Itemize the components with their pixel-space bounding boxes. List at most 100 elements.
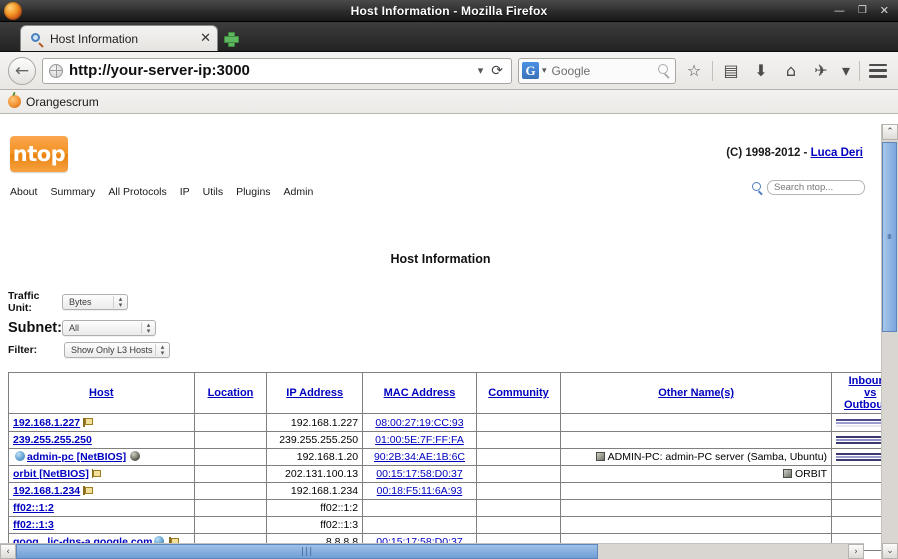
cell-community	[475, 448, 562, 466]
traffic-unit-select[interactable]: Bytes ▴ ▾	[62, 294, 128, 310]
col-mac-address[interactable]: MAC Address	[362, 372, 477, 414]
vscroll-track[interactable]: ≡	[882, 140, 898, 543]
table-row: ff02::1:3 ff02::1:3	[8, 516, 881, 534]
hscroll-track[interactable]: |||	[16, 544, 848, 559]
address-bar[interactable]: http://your-server-ip:3000 ▾ ⟳	[42, 57, 512, 84]
host-link[interactable]: admin-pc [NetBIOS]	[27, 451, 126, 463]
stepper-arrows-icon: ▴ ▾	[141, 322, 155, 335]
nav-item-all-protocols[interactable]: All Protocols	[108, 186, 166, 198]
host-link[interactable]: orbit [NetBIOS]	[13, 468, 89, 480]
ntop-search-input[interactable]	[767, 180, 865, 195]
mac-link[interactable]: 01:00:5E:7F:FF:FA	[375, 434, 464, 446]
search-engine-dropdown-icon[interactable]: ▾	[539, 66, 552, 76]
mac-link[interactable]: 90:2B:34:AE:1B:6C	[374, 451, 465, 463]
cell-other-names: ADMIN-PC: admin-PC server (Samba, Ubuntu…	[560, 448, 833, 466]
hosts-table: Host Location IP Address MAC Address Com…	[8, 372, 881, 551]
mac-link[interactable]: 00:15:17:58:D0:37	[376, 468, 462, 480]
col-other-label: Other Name(s)	[658, 387, 734, 399]
downloads-icon[interactable]: ⬇	[749, 58, 773, 84]
home-icon[interactable]: ⌂	[779, 58, 803, 84]
cell-other-names	[560, 413, 833, 432]
col-inbound-outbound[interactable]: Inbound vs Outbound	[831, 372, 881, 414]
cell-host: admin-pc [NetBIOS]	[8, 448, 195, 466]
back-button[interactable]: ←	[8, 56, 36, 85]
maximize-button[interactable]: ❐	[858, 5, 867, 16]
bookmark-star-icon[interactable]: ☆	[682, 58, 706, 84]
table-row: orbit [NetBIOS] 202.131.100.13 00:15:17:58…	[8, 465, 881, 483]
globe-icon	[15, 451, 25, 461]
cell-mac-address: 00:18:F5:11:6A:93	[362, 482, 477, 500]
nav-item-about[interactable]: About	[10, 186, 37, 198]
table-row: 192.168.1.227 192.168.1.227 08:00:27:19:CC…	[8, 413, 881, 432]
host-link[interactable]: 239.255.255.250	[13, 434, 92, 446]
browser-window: Host Information - Mozilla Firefox — ❐ ✕…	[0, 0, 898, 559]
copyright-text: (C) 1998-2012 - Luca Deri	[726, 147, 863, 159]
flag-icon	[83, 486, 93, 495]
nav-item-plugins[interactable]: Plugins	[236, 186, 270, 198]
close-button[interactable]: ✕	[880, 5, 889, 16]
reload-icon[interactable]: ⟳	[487, 63, 507, 79]
minimize-button[interactable]: —	[834, 5, 845, 16]
scroll-left-icon[interactable]: ‹	[0, 544, 16, 559]
tab-host-information[interactable]: Host Information ✕	[20, 25, 218, 51]
hosts-table-wrapper: Host Location IP Address MAC Address Com…	[0, 372, 881, 551]
horizontal-scrollbar[interactable]: ‹ ||| ›	[0, 543, 864, 559]
reader-list-icon[interactable]: ▤	[719, 58, 743, 84]
search-input[interactable]: Google	[552, 64, 658, 78]
ntop-logo[interactable]: ntop	[10, 136, 68, 172]
traffic-bar	[836, 418, 881, 421]
window-title: Host Information - Mozilla Firefox	[350, 3, 548, 18]
nav-item-summary[interactable]: Summary	[50, 186, 95, 198]
host-link[interactable]: 192.168.1.234	[13, 485, 80, 497]
scroll-right-icon[interactable]: ›	[848, 544, 864, 559]
filter-select[interactable]: Show Only L3 Hosts ▴ ▾	[64, 342, 170, 358]
mac-link[interactable]: 08:00:27:19:CC:93	[375, 417, 463, 429]
cell-mac-address: 08:00:27:19:CC:93	[362, 413, 477, 432]
toolbar-divider	[712, 60, 713, 81]
page-viewport: ntop (C) 1998-2012 - Luca Deri About Sum…	[0, 124, 898, 559]
col-ip-address[interactable]: IP Address	[266, 372, 364, 414]
luca-deri-link[interactable]: Luca Deri	[811, 147, 863, 159]
col-host[interactable]: Host	[8, 372, 195, 414]
host-link[interactable]: ff02::1:2	[13, 502, 54, 514]
cell-inbound	[831, 431, 881, 449]
flag-icon	[91, 469, 102, 478]
col-location[interactable]: Location	[193, 372, 268, 414]
tab-close-icon[interactable]: ✕	[200, 32, 211, 45]
hscroll-thumb[interactable]: |||	[16, 544, 599, 559]
ntop-navigation: About Summary All Protocols IP Utils Plu…	[10, 186, 313, 198]
col-community[interactable]: Community	[475, 372, 562, 414]
google-icon[interactable]: G	[522, 62, 539, 79]
url-dropdown-icon[interactable]: ▾	[474, 64, 488, 77]
col-other-names[interactable]: Other Name(s)	[560, 372, 833, 414]
scroll-down-icon[interactable]: ⌄	[882, 543, 898, 559]
nav-item-admin[interactable]: Admin	[284, 186, 314, 198]
mac-link[interactable]: 00:18:F5:11:6A:93	[377, 485, 463, 497]
nav-item-ip[interactable]: IP	[180, 186, 190, 198]
bookmark-item-orangescrum[interactable]: Orangescrum	[26, 95, 99, 109]
vscroll-thumb[interactable]: ≡	[882, 142, 897, 332]
page-content: ntop (C) 1998-2012 - Luca Deri About Sum…	[0, 124, 881, 559]
sync-dropdown-icon[interactable]: ▾	[839, 58, 853, 84]
scroll-up-icon[interactable]: ⌃	[882, 124, 898, 140]
host-link[interactable]: 192.168.1.227	[13, 417, 80, 429]
search-magnifier-icon	[658, 64, 671, 77]
menu-button[interactable]	[866, 58, 890, 84]
host-link[interactable]: ff02::1:3	[13, 519, 54, 531]
cell-ip-address: ff02::1:3	[266, 516, 364, 534]
cell-community	[475, 516, 562, 534]
vertical-scrollbar[interactable]: ⌃ ≡ ⌄	[881, 124, 898, 559]
cell-ip-address: 192.168.1.234	[266, 482, 364, 500]
subnet-select[interactable]: All ▴ ▾	[62, 320, 156, 336]
sync-icon[interactable]: ✈	[809, 58, 833, 84]
col-io-line3: Outbound	[843, 399, 881, 411]
col-host-label: Host	[89, 387, 114, 399]
nav-item-utils[interactable]: Utils	[203, 186, 223, 198]
col-mac-label: MAC Address	[383, 387, 456, 399]
new-tab-button[interactable]	[218, 25, 242, 51]
ntop-header: ntop (C) 1998-2012 - Luca Deri About Sum…	[0, 124, 881, 234]
col-io-line2: vs	[864, 387, 877, 399]
cell-inbound	[831, 499, 881, 517]
cell-location	[193, 413, 268, 432]
search-bar[interactable]: G ▾ Google	[518, 57, 676, 84]
